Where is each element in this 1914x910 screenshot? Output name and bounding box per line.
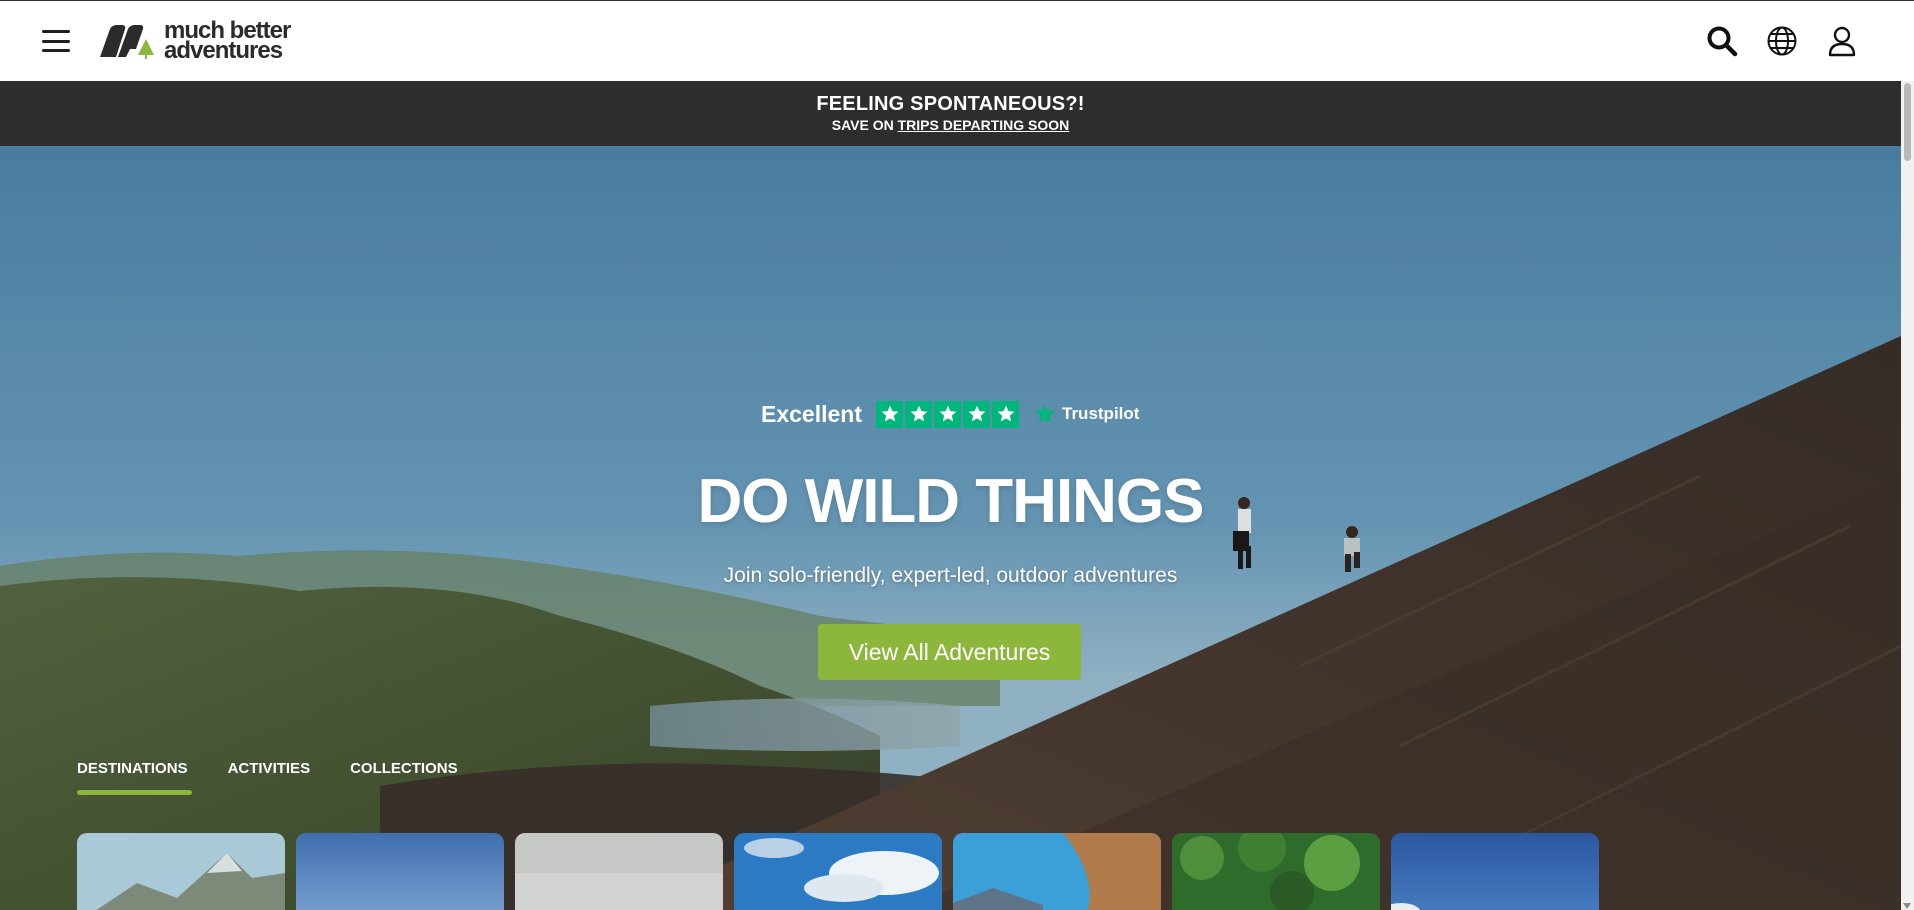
destination-card[interactable] bbox=[1391, 833, 1599, 910]
site-logo[interactable]: much better adventures bbox=[96, 19, 291, 64]
announcement-prefix: SAVE ON bbox=[831, 117, 898, 133]
destination-card[interactable] bbox=[296, 833, 504, 910]
hero-section: Excellent Trustpilot DO WILD THINGS Join… bbox=[0, 146, 1901, 910]
hero-title: DO WILD THINGS bbox=[697, 467, 1204, 536]
destination-card[interactable] bbox=[953, 833, 1161, 910]
tab-destinations[interactable]: DESTINATIONS bbox=[77, 760, 192, 795]
logo-mark-icon bbox=[100, 25, 154, 59]
trustpilot-star-icon bbox=[1035, 404, 1055, 423]
star-icon bbox=[905, 400, 932, 428]
star-icon bbox=[963, 400, 990, 428]
user-icon[interactable] bbox=[1825, 24, 1859, 58]
scrollbar-thumb[interactable] bbox=[1904, 83, 1911, 161]
logo-line-2: adventures bbox=[164, 37, 283, 64]
trustpilot-rating[interactable]: Excellent Trustpilot bbox=[761, 399, 1139, 429]
destination-card[interactable] bbox=[515, 833, 723, 910]
rating-stars bbox=[876, 400, 1019, 428]
trustpilot-logo: Trustpilot bbox=[1033, 402, 1139, 426]
hero-subtitle: Join solo-friendly, expert-led, outdoor … bbox=[723, 564, 1178, 587]
header-actions bbox=[1705, 24, 1859, 58]
destination-card[interactable] bbox=[77, 833, 285, 910]
page: much better adventures FEELING SPONTANEO… bbox=[0, 0, 1914, 910]
view-all-adventures-button[interactable]: View All Adventures bbox=[818, 624, 1081, 680]
star-icon bbox=[992, 400, 1019, 428]
trustpilot-label: Trustpilot bbox=[1062, 404, 1140, 423]
browse-tabs: DESTINATIONS ACTIVITIES COLLECTIONS bbox=[77, 760, 458, 795]
rating-label: Excellent bbox=[761, 400, 862, 427]
destination-cards bbox=[77, 833, 1599, 910]
scroll-down-arrow-icon[interactable] bbox=[1903, 903, 1911, 909]
star-icon bbox=[934, 400, 961, 428]
logo-wordmark: much better adventures bbox=[164, 19, 291, 64]
trips-departing-soon-link[interactable]: TRIPS DEPARTING SOON bbox=[898, 117, 1070, 133]
destination-card[interactable] bbox=[734, 833, 942, 910]
destination-card[interactable] bbox=[1172, 833, 1380, 910]
search-icon[interactable] bbox=[1705, 24, 1739, 58]
site-header: much better adventures bbox=[0, 1, 1901, 81]
announcement-title: FEELING SPONTANEOUS?! bbox=[816, 93, 1085, 115]
globe-icon[interactable] bbox=[1765, 24, 1799, 58]
star-icon bbox=[876, 400, 903, 428]
page-scrollbar[interactable] bbox=[1901, 81, 1914, 910]
announcement-bar: FEELING SPONTANEOUS?! SAVE ON TRIPS DEPA… bbox=[0, 81, 1901, 146]
tab-collections[interactable]: COLLECTIONS bbox=[350, 760, 458, 795]
announcement-subtitle: SAVE ON TRIPS DEPARTING SOON bbox=[0, 115, 1901, 135]
hamburger-menu-icon[interactable] bbox=[42, 30, 70, 52]
tab-activities[interactable]: ACTIVITIES bbox=[228, 760, 311, 795]
